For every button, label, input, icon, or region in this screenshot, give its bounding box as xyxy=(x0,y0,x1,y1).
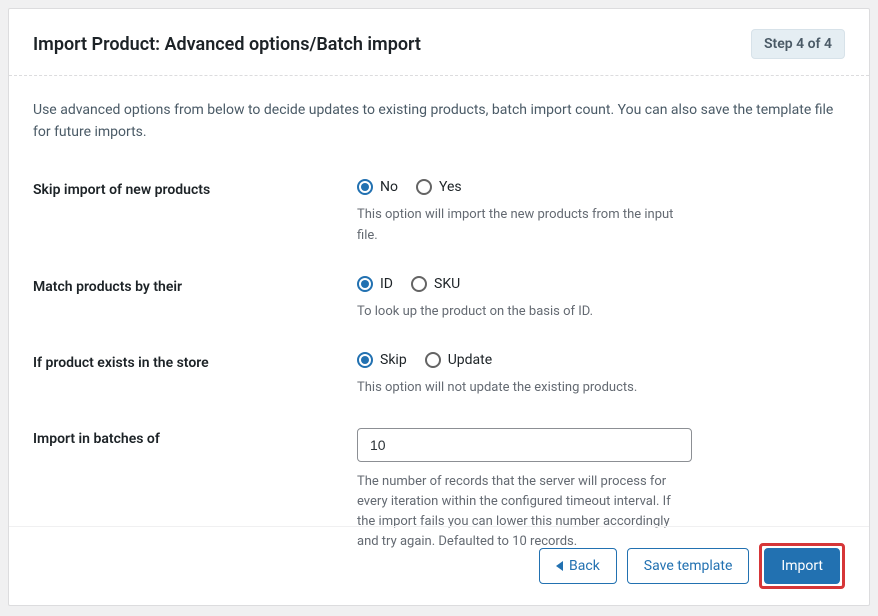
radio-if-exists-skip[interactable]: Skip xyxy=(357,352,407,368)
panel-header: Import Product: Advanced options/Batch i… xyxy=(9,9,869,76)
radio-skip-new-no[interactable]: No xyxy=(357,179,398,195)
field-control-if-exists: Skip Update This option will not update … xyxy=(357,352,845,398)
back-button-label: Back xyxy=(569,557,600,575)
radio-unchecked-icon xyxy=(416,179,432,195)
radio-label: No xyxy=(380,179,398,195)
field-match-by: Match products by their ID SKU To look u… xyxy=(33,276,845,322)
radio-label: ID xyxy=(380,276,393,292)
panel-content: Use advanced options from below to decid… xyxy=(9,76,869,553)
field-label-if-exists: If product exists in the store xyxy=(33,352,357,374)
radio-unchecked-icon xyxy=(425,352,441,368)
radio-label: Yes xyxy=(439,179,462,195)
radio-checked-icon xyxy=(357,179,373,195)
radio-group-match-by: ID SKU xyxy=(357,276,845,292)
radio-group-skip-new: No Yes xyxy=(357,179,845,195)
radio-match-by-id[interactable]: ID xyxy=(357,276,393,292)
radio-group-if-exists: Skip Update xyxy=(357,352,845,368)
import-highlight: Import xyxy=(759,543,845,589)
radio-skip-new-yes[interactable]: Yes xyxy=(416,179,462,195)
radio-checked-icon xyxy=(357,276,373,292)
import-button[interactable]: Import xyxy=(764,548,840,584)
field-control-skip-new: No Yes This option will import the new p… xyxy=(357,179,845,245)
step-indicator: Step 4 of 4 xyxy=(751,29,845,59)
panel-footer: Back Save template Import xyxy=(9,526,869,605)
chevron-left-icon xyxy=(556,561,563,571)
radio-label: Skip xyxy=(380,352,407,368)
import-panel: Import Product: Advanced options/Batch i… xyxy=(8,8,870,606)
field-label-skip-new: Skip import of new products xyxy=(33,179,357,201)
radio-label: SKU xyxy=(434,276,460,292)
radio-checked-icon xyxy=(357,352,373,368)
helper-if-exists: This option will not update the existing… xyxy=(357,378,692,398)
radio-match-by-sku[interactable]: SKU xyxy=(411,276,460,292)
radio-unchecked-icon xyxy=(411,276,427,292)
field-if-exists: If product exists in the store Skip Upda… xyxy=(33,352,845,398)
back-button[interactable]: Back xyxy=(539,548,617,584)
helper-skip-new: This option will import the new products… xyxy=(357,205,692,245)
page-title: Import Product: Advanced options/Batch i… xyxy=(33,34,421,55)
field-label-match-by: Match products by their xyxy=(33,276,357,298)
field-skip-new: Skip import of new products No Yes This … xyxy=(33,179,845,245)
helper-match-by: To look up the product on the basis of I… xyxy=(357,302,692,322)
batch-size-input[interactable] xyxy=(357,428,692,462)
import-button-label: Import xyxy=(781,557,823,575)
radio-label: Update xyxy=(448,352,492,368)
page-description: Use advanced options from below to decid… xyxy=(33,100,845,143)
field-control-match-by: ID SKU To look up the product on the bas… xyxy=(357,276,845,322)
radio-if-exists-update[interactable]: Update xyxy=(425,352,492,368)
save-template-label: Save template xyxy=(644,557,733,575)
field-label-batch-size: Import in batches of xyxy=(33,428,357,450)
save-template-button[interactable]: Save template xyxy=(627,548,750,584)
